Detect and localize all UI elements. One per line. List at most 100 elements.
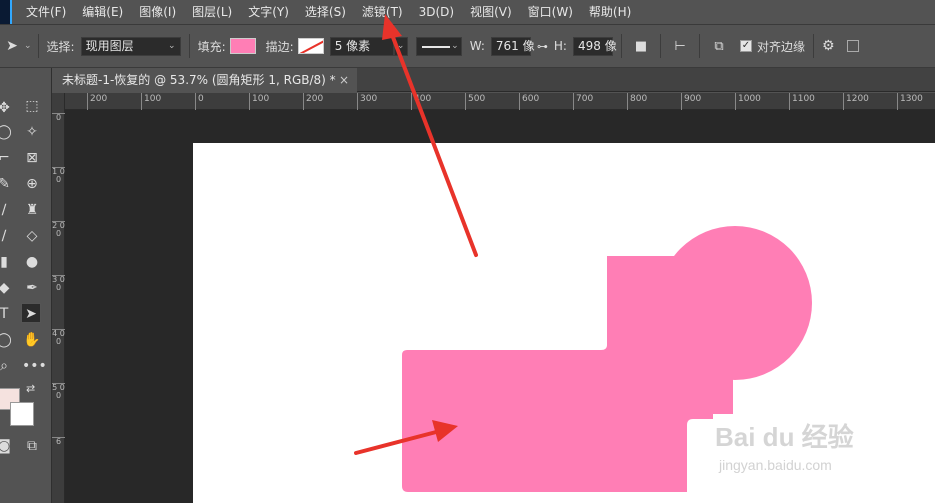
swap-colors-icon[interactable]: ⇄	[26, 382, 35, 395]
fill-color-swatch[interactable]	[229, 38, 256, 54]
frame-tool-icon[interactable]: ⊠	[22, 148, 42, 168]
background-color-swatch[interactable]	[10, 402, 34, 426]
divider	[659, 34, 661, 58]
menu-type[interactable]: 文字(Y)	[240, 0, 297, 24]
document-tab-bar: 未标题-1-恢复的 @ 53.7% (圆角矩形 1, RGB/8) * ×	[52, 68, 935, 92]
menu-bar: 文件(F) 编辑(E) 图像(I) 图层(L) 文字(Y) 选择(S) 滤镜(T…	[0, 0, 935, 24]
menu-help[interactable]: 帮助(H)	[581, 0, 639, 24]
ruler-tick: 400	[411, 93, 431, 110]
tool-preset-dropdown-icon[interactable]: ⌄	[24, 41, 32, 51]
width-value: 761 像	[495, 38, 535, 53]
path-selection-tool-icon[interactable]: ➤	[21, 303, 41, 323]
gradient-tool-icon[interactable]: ▮	[0, 252, 14, 272]
tools-panel: ✥ ⬚ ◯ ✧ ⌐ ⊠ ✎ ⊕ ∕ ♜ ∕ ◇ ▮ ● ◆ ✒ T ➤ ◯ ✋ …	[0, 68, 52, 503]
select-label: 选择:	[46, 39, 75, 54]
marquee-tool-icon[interactable]: ⬚	[22, 96, 42, 116]
options-bar: ➤ ⌄ 选择: 现用图层 ⌄ 填充: 描边: 5 像素 ⌄ ⌄ W: 761 像…	[0, 24, 935, 68]
ruler-tick: 5 0 0	[52, 383, 65, 400]
path-select-tool-icon[interactable]: ➤	[0, 38, 24, 54]
stroke-width-dropdown[interactable]: ⌄	[393, 36, 408, 56]
watermark-url: jingyan.baidu.com	[718, 457, 832, 473]
align-edges-checkbox[interactable]: ✓	[739, 40, 752, 52]
vertical-ruler[interactable]: 0 1 0 0 2 0 0 3 0 0 4 0 0 5 0 0 6	[52, 93, 65, 503]
ruler-tick: 1 0 0	[52, 167, 65, 184]
quick-mask-icon[interactable]: ◙	[0, 436, 14, 456]
menu-select[interactable]: 选择(S)	[297, 0, 354, 24]
chevron-down-icon: ⌄	[451, 40, 459, 51]
menu-file[interactable]: 文件(F)	[18, 0, 74, 24]
ruler-tick: 600	[519, 93, 539, 110]
path-alignment-icon[interactable]: ⊢	[669, 39, 691, 54]
path-operations-icon[interactable]: ■	[630, 39, 652, 54]
stroke-width-field[interactable]: 5 像素	[329, 36, 394, 56]
close-tab-icon[interactable]: ×	[339, 68, 349, 92]
type-tool-icon[interactable]: T	[0, 304, 14, 324]
dodge-tool-icon[interactable]: ◆	[0, 278, 14, 298]
menu-filter[interactable]: 滤镜(T)	[354, 0, 411, 24]
ellipse-tool-icon[interactable]: ◯	[0, 330, 14, 350]
baidu-watermark: Bai du 经验 jingyan.baidu.com	[715, 422, 854, 473]
ruler-tick: 1200	[843, 93, 869, 110]
chevron-down-icon: ⌄	[168, 40, 176, 51]
divider	[37, 34, 39, 58]
link-icon[interactable]: ⊶	[537, 40, 548, 53]
height-field[interactable]: 498 像	[572, 36, 617, 56]
brush-tool-icon[interactable]: ∕	[0, 200, 14, 220]
ruler-tick: 6	[52, 437, 65, 446]
stroke-line-preview	[421, 45, 450, 48]
ruler-tick: 1000	[735, 93, 761, 110]
ruler-tick: 100	[249, 93, 269, 110]
menu-view[interactable]: 视图(V)	[462, 0, 520, 24]
select-layer-dropdown[interactable]: 现用图层 ⌄	[80, 36, 181, 56]
align-edges-label: 对齐边缘	[756, 39, 805, 54]
canvas-artwork: Bai du 经验 jingyan.baidu.com	[402, 226, 854, 492]
divider	[620, 34, 622, 58]
horizontal-ruler[interactable]: 200 100 0 100 200 300 400 500 600 700 80…	[65, 93, 935, 110]
eyedropper-tool-icon[interactable]: ✎	[0, 174, 14, 194]
divider	[698, 34, 700, 58]
path-arrangement-icon[interactable]: ⧉	[708, 39, 730, 54]
screen-mode-icon[interactable]: ⧉	[22, 436, 42, 456]
menu-layer[interactable]: 图层(L)	[184, 0, 240, 24]
width-label: W:	[469, 39, 485, 53]
width-field[interactable]: 761 像	[490, 36, 535, 56]
blur-tool-icon[interactable]: ●	[22, 252, 42, 272]
photoshop-window: 文件(F) 编辑(E) 图像(I) 图层(L) 文字(Y) 选择(S) 滤镜(T…	[0, 0, 935, 503]
menu-edit[interactable]: 编辑(E)	[74, 0, 131, 24]
constrain-path-checkbox[interactable]	[846, 40, 859, 52]
height-value: 498 像	[577, 38, 617, 53]
pen-tool-icon[interactable]: ✒	[22, 278, 42, 298]
photoshop-logo-icon	[0, 0, 12, 24]
move-tool-icon[interactable]: ✥	[0, 98, 14, 118]
ruler-tick: 900	[681, 93, 701, 110]
document-tab[interactable]: 未标题-1-恢复的 @ 53.7% (圆角矩形 1, RGB/8) * ×	[52, 68, 357, 92]
more-tools-icon[interactable]: •••	[22, 356, 47, 376]
select-layer-value: 现用图层	[85, 38, 134, 53]
stroke-label: 描边:	[265, 39, 294, 54]
eraser-tool-icon[interactable]: ◇	[22, 226, 42, 246]
zoom-tool-icon[interactable]: ⌕	[0, 356, 14, 376]
crop-tool-icon[interactable]: ⌐	[0, 148, 14, 168]
menu-3d[interactable]: 3D(D)	[411, 0, 462, 24]
menu-window[interactable]: 窗口(W)	[520, 0, 581, 24]
history-brush-tool-icon[interactable]: ∕	[0, 226, 14, 246]
document-tab-title: 未标题-1-恢复的 @ 53.7% (圆角矩形 1, RGB/8) *	[62, 73, 336, 87]
ruler-tick: 2 0 0	[52, 221, 65, 238]
gear-icon[interactable]: ⚙	[822, 38, 835, 54]
stroke-width-value: 5 像素	[334, 38, 371, 53]
ruler-tick: 1300	[897, 93, 923, 110]
magic-wand-tool-icon[interactable]: ✧	[22, 122, 42, 142]
menu-image[interactable]: 图像(I)	[131, 0, 184, 24]
ruler-tick: 300	[357, 93, 377, 110]
stroke-type-dropdown[interactable]: ⌄	[415, 36, 462, 56]
lasso-tool-icon[interactable]: ◯	[0, 122, 14, 142]
clone-stamp-tool-icon[interactable]: ♜	[22, 200, 42, 220]
ruler-tick: 3 0 0	[52, 275, 65, 292]
ruler-tick: 500	[465, 93, 485, 110]
ruler-tick: 200	[87, 93, 107, 110]
healing-brush-tool-icon[interactable]: ⊕	[22, 174, 42, 194]
hand-tool-icon[interactable]: ✋	[22, 330, 42, 350]
stroke-color-swatch[interactable]	[297, 38, 324, 54]
ruler-tick: 1100	[789, 93, 815, 110]
document-canvas[interactable]: Bai du 经验 jingyan.baidu.com	[193, 143, 935, 503]
